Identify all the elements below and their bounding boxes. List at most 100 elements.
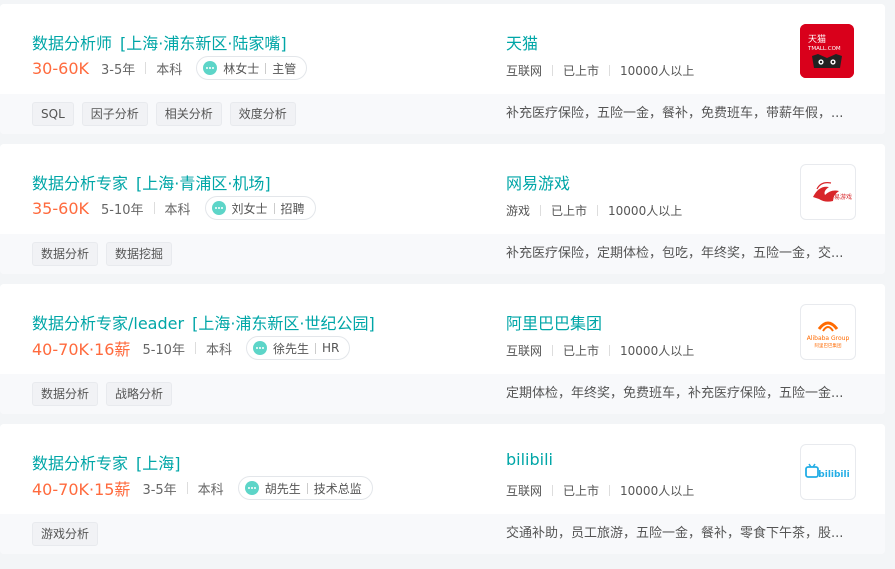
company-stage: 已上市 (563, 63, 600, 78)
experience: 3-5年 (142, 482, 177, 498)
skill-tags: 游戏分析 (0, 522, 106, 546)
divider (194, 342, 196, 354)
job-title[interactable]: 数据分析专家/leader (32, 314, 184, 333)
job-location: [上海] (136, 454, 181, 473)
salary: 30-60K (32, 58, 89, 78)
company-logo-tmall[interactable]: 天猫 TMALL.COM (800, 24, 854, 78)
svg-text:bilibili: bilibili (818, 470, 849, 480)
salary: 40-70K·15薪 (32, 480, 131, 499)
recruiter-role: HR (321, 341, 340, 355)
divider (186, 482, 188, 494)
experience: 3-5年 (100, 62, 136, 78)
recruiter-name: 徐先生 (272, 341, 309, 356)
welfare-description: 补充医疗保险，定期体检，包吃，年终奖，五险一金，交... (506, 246, 844, 261)
company-logo-bilibili[interactable]: bilibili (800, 444, 856, 500)
degree: 本科 (164, 202, 191, 218)
company-name[interactable]: 阿里巴巴集团 (506, 310, 602, 334)
skill-tag: 数据挖掘 (106, 242, 173, 266)
divider (153, 202, 155, 214)
chat-bubble-icon (211, 201, 226, 215)
welfare-description: 补充医疗保险，五险一金，餐补，免费班车，带薪年假，... (506, 106, 844, 121)
company-name[interactable]: 网易游戏 (506, 170, 570, 194)
job-card[interactable]: 数据分析专家 [上海] 40-70K·15薪 3-5年 本科 胡先生 技术总监 b… (0, 424, 885, 554)
job-title-link[interactable]: 数据分析师 [上海·浦东新区·陆家嘴] (32, 30, 287, 54)
company-logo-alibaba[interactable]: Alibaba Group 阿里巴巴集团 (800, 304, 856, 360)
divider (609, 484, 611, 496)
job-info: 40-70K·16薪 5-10年 本科 徐先生 HR (32, 336, 351, 360)
company-info: 游戏 已上市 10000人以上 (506, 200, 682, 220)
company-stage: 已上市 (551, 203, 588, 218)
divider (552, 344, 554, 356)
recruiter-chat-button[interactable]: 徐先生 HR (245, 336, 351, 360)
job-card[interactable]: 数据分析专家/leader [上海·浦东新区·世纪公园] 40-70K·16薪 5… (0, 284, 885, 414)
company-name[interactable]: bilibili (506, 450, 553, 469)
job-card-secondary: 游戏分析 交通补助，员工旅游，五险一金，餐补，零食下午茶，股... (0, 514, 885, 554)
tmall-logo-icon: 天猫 TMALL.COM (800, 24, 854, 78)
svg-text:网易游戏: 网易游戏 (828, 193, 852, 201)
divider (609, 64, 611, 76)
divider (597, 204, 599, 216)
recruiter-role: 招聘 (280, 201, 305, 216)
chat-bubble-icon (252, 341, 267, 355)
job-location: [上海·浦东新区·世纪公园] (192, 314, 375, 333)
divider (540, 204, 542, 216)
company-industry: 游戏 (506, 203, 531, 218)
netease-games-logo-icon: 网易游戏 (813, 182, 852, 202)
alibaba-logo-icon: Alibaba Group 阿里巴巴集团 (807, 321, 849, 349)
divider (552, 64, 554, 76)
job-title[interactable]: 数据分析专家 (32, 454, 128, 473)
bilibili-logo-icon: bilibili (805, 463, 850, 480)
job-card-secondary: SQL 因子分析 相关分析 效度分析 补充医疗保险，五险一金，餐补，免费班车，带… (0, 94, 885, 134)
skill-tag: 数据分析 (32, 382, 99, 406)
job-title[interactable]: 数据分析专家 (32, 174, 128, 193)
job-card-primary: 数据分析专家 [上海] 40-70K·15薪 3-5年 本科 胡先生 技术总监 b… (0, 424, 885, 514)
skill-tag: 数据分析 (32, 242, 99, 266)
skill-tag: 游戏分析 (32, 522, 99, 546)
job-location: [上海·青浦区·机场] (136, 174, 271, 193)
company-size: 10000人以上 (620, 343, 695, 358)
job-info: 40-70K·15薪 3-5年 本科 胡先生 技术总监 (32, 476, 373, 500)
degree: 本科 (205, 342, 232, 358)
company-info: 互联网 已上市 10000人以上 (506, 340, 694, 360)
welfare-description: 定期体检，年终奖，免费班车，补充医疗保险，五险一金... (506, 386, 844, 401)
skill-tag: 战略分析 (106, 382, 173, 406)
job-card[interactable]: 数据分析专家 [上海·青浦区·机场] 35-60K 5-10年 本科 刘女士 招聘… (0, 144, 885, 274)
skill-tag: 因子分析 (81, 102, 148, 126)
company-industry: 互联网 (506, 63, 543, 78)
job-title-link[interactable]: 数据分析专家 [上海·青浦区·机场] (32, 170, 271, 194)
job-title[interactable]: 数据分析师 (32, 34, 112, 53)
recruiter-name: 刘女士 (231, 201, 268, 216)
recruiter-chat-button[interactable]: 刘女士 招聘 (204, 196, 316, 220)
job-card-secondary: 数据分析 数据挖掘 补充医疗保险，定期体检，包吃，年终奖，五险一金，交... (0, 234, 885, 274)
company-stage: 已上市 (563, 483, 600, 498)
company-stage: 已上市 (563, 343, 600, 358)
divider (306, 482, 308, 494)
skill-tags: 数据分析 数据挖掘 (0, 242, 180, 266)
company-name[interactable]: 天猫 (506, 30, 538, 54)
degree: 本科 (156, 62, 183, 78)
svg-text:阿里巴巴集团: 阿里巴巴集团 (815, 342, 842, 349)
company-industry: 互联网 (506, 483, 543, 498)
recruiter-role: 主管 (272, 61, 297, 76)
company-info: 互联网 已上市 10000人以上 (506, 480, 694, 500)
job-info: 30-60K 3-5年 本科 林女士 主管 (32, 56, 308, 80)
company-size: 10000人以上 (620, 483, 695, 498)
chat-bubble-icon (244, 481, 259, 495)
skill-tags: SQL 因子分析 相关分析 效度分析 (0, 102, 304, 126)
salary: 35-60K (32, 198, 89, 218)
degree: 本科 (197, 482, 224, 498)
experience: 5-10年 (142, 342, 185, 358)
company-info: 互联网 已上市 10000人以上 (506, 60, 694, 80)
experience: 5-10年 (100, 202, 144, 218)
chat-bubble-icon (203, 61, 218, 75)
skill-tag: 相关分析 (155, 102, 222, 126)
recruiter-chat-button[interactable]: 林女士 主管 (196, 56, 308, 80)
welfare-description: 交通补助，员工旅游，五险一金，餐补，零食下午茶，股... (506, 526, 844, 541)
recruiter-chat-button[interactable]: 胡先生 技术总监 (237, 476, 373, 500)
job-title-link[interactable]: 数据分析专家 [上海] (32, 450, 181, 474)
job-title-link[interactable]: 数据分析专家/leader [上海·浦东新区·世纪公园] (32, 310, 375, 334)
recruiter-role: 技术总监 (313, 481, 362, 496)
divider (609, 344, 611, 356)
company-logo-netease-games[interactable]: 网易游戏 (800, 164, 856, 220)
job-card[interactable]: 数据分析师 [上海·浦东新区·陆家嘴] 30-60K 3-5年 本科 林女士 主管… (0, 4, 885, 134)
